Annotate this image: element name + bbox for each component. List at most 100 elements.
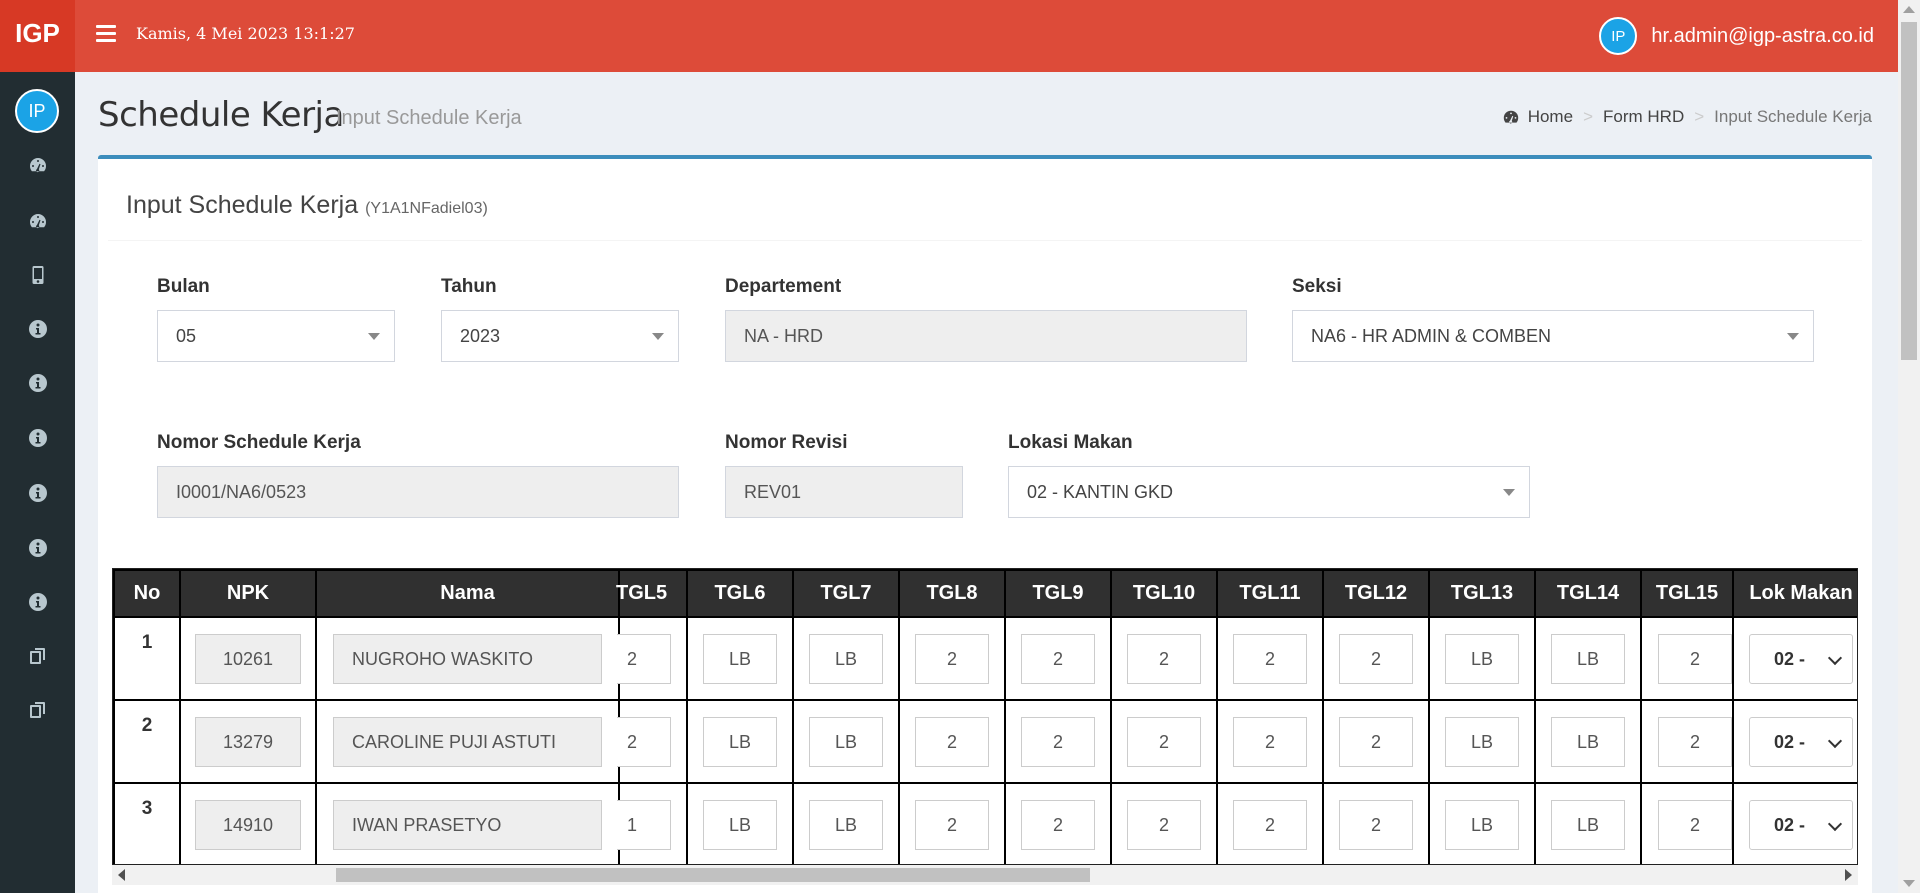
tgl-input[interactable]: 2 xyxy=(617,633,671,684)
tgl-cell: LB xyxy=(686,616,794,701)
sidebar-item[interactable] xyxy=(0,196,75,246)
npk-field: 13279 xyxy=(195,716,301,767)
tahun-label: Tahun xyxy=(441,276,497,297)
table-row: 3 14910 IWAN PRASETYO 1 LB LB 2 2 2 2 2 LB LB 2 02 - xyxy=(113,782,1857,864)
lok-makan-cell: 02 - xyxy=(1732,782,1857,864)
user-email[interactable]: hr.admin@igp-astra.co.id xyxy=(1651,25,1874,48)
scroll-down-arrow-icon[interactable] xyxy=(1903,880,1915,887)
sidebar-item[interactable] xyxy=(0,140,75,190)
tgl-cell: 2 xyxy=(898,699,1006,784)
nomor-revisi-field: REV01 xyxy=(725,466,963,518)
column-header: TGL8 xyxy=(898,569,1006,618)
dashboard-icon xyxy=(29,214,46,229)
lok-makan-select[interactable]: 02 - xyxy=(1749,633,1853,684)
tgl-input[interactable]: 2 xyxy=(617,716,671,767)
column-header: Lok Makan xyxy=(1732,569,1857,618)
sidebar-item[interactable] xyxy=(0,358,75,408)
tgl-input[interactable]: 2 xyxy=(1021,716,1095,767)
vertical-scrollbar[interactable] xyxy=(1898,0,1920,893)
sidebar-item[interactable] xyxy=(0,631,75,681)
seksi-select[interactable]: NA6 - HR ADMIN & COMBEN xyxy=(1292,310,1814,362)
top-navbar: IGP Kamis, 4 Mei 2023 13:1:27 IP hr.admi… xyxy=(0,0,1898,72)
tgl-input[interactable]: 2 xyxy=(1658,799,1732,850)
lok-makan-select[interactable]: 02 - xyxy=(1749,799,1853,850)
tgl-input[interactable]: 2 xyxy=(1021,633,1095,684)
sidebar-item[interactable] xyxy=(0,523,75,573)
tgl-input[interactable]: LB xyxy=(1445,633,1519,684)
departement-field: NA - HRD xyxy=(725,310,1247,362)
tgl-input[interactable]: LB xyxy=(703,799,777,850)
npk-cell: 13279 xyxy=(179,699,317,784)
tahun-select[interactable]: 2023 xyxy=(441,310,679,362)
tgl-input[interactable]: LB xyxy=(1551,633,1625,684)
column-header: TGL10 xyxy=(1110,569,1218,618)
tgl-input[interactable]: 2 xyxy=(1127,799,1201,850)
tgl-input[interactable]: 1 xyxy=(617,799,671,850)
tgl-cell: LB xyxy=(1428,782,1536,864)
nama-field: IWAN PRASETYO xyxy=(333,799,602,850)
tgl-input[interactable]: LB xyxy=(809,633,883,684)
tgl-input[interactable]: 2 xyxy=(1233,716,1307,767)
tgl-input[interactable]: 2 xyxy=(1233,633,1307,684)
hamburger-menu-icon[interactable] xyxy=(96,25,116,43)
tgl-input[interactable]: LB xyxy=(809,716,883,767)
tgl-input[interactable]: 2 xyxy=(915,633,989,684)
row-number-text: 2 xyxy=(141,715,153,736)
tgl-input[interactable]: 2 xyxy=(1339,633,1413,684)
row-number: 2 xyxy=(113,699,181,784)
table-row: 1 10261 NUGROHO WASKITO 2 LB LB 2 2 2 2 2 LB LB 2 02 - xyxy=(113,616,1857,701)
tgl-input[interactable]: LB xyxy=(703,633,777,684)
lok-makan-select[interactable]: 02 - xyxy=(1749,716,1853,767)
column-header: TGL6 xyxy=(686,569,794,618)
user-menu[interactable]: IP hr.admin@igp-astra.co.id xyxy=(1599,17,1874,55)
sidebar-item[interactable] xyxy=(0,413,75,463)
bulan-select[interactable]: 05 xyxy=(157,310,395,362)
scrollbar-thumb[interactable] xyxy=(336,868,1090,882)
breadcrumb-home[interactable]: Home xyxy=(1528,107,1573,127)
breadcrumb-form-hrd[interactable]: Form HRD xyxy=(1603,107,1684,127)
tgl-input[interactable]: LB xyxy=(703,716,777,767)
app-logo[interactable]: IGP xyxy=(0,0,75,72)
scroll-left-arrow-icon[interactable] xyxy=(118,869,125,881)
horizontal-scrollbar[interactable] xyxy=(112,865,1858,885)
tgl-cell: 2 xyxy=(1640,616,1734,701)
tgl-input[interactable]: 2 xyxy=(1339,799,1413,850)
seksi-label: Seksi xyxy=(1292,276,1342,297)
bulan-label: Bulan xyxy=(157,276,210,297)
nama-cell: NUGROHO WASKITO xyxy=(315,616,620,701)
tgl-input[interactable]: 2 xyxy=(1658,716,1732,767)
tgl-input[interactable]: LB xyxy=(1551,799,1625,850)
tgl-input[interactable]: 2 xyxy=(915,716,989,767)
sidebar-item[interactable] xyxy=(0,577,75,627)
sidebar-item[interactable] xyxy=(0,250,75,300)
npk-field: 10261 xyxy=(195,633,301,684)
tgl-input[interactable]: 2 xyxy=(1233,799,1307,850)
tgl-cell: LB xyxy=(1428,616,1536,701)
tgl-input[interactable]: LB xyxy=(1445,799,1519,850)
schedule-table-wrapper[interactable]: No NPK Nama TGL5 TGL6 TGL7 TGL8 TGL9 TGL10 TGL11 T… xyxy=(112,568,1858,865)
lok-makan-value: 02 - xyxy=(1774,814,1806,835)
tgl-cell: LB xyxy=(1534,616,1642,701)
tgl-input[interactable]: 2 xyxy=(1127,716,1201,767)
scrollbar-thumb[interactable] xyxy=(1901,22,1917,360)
nomor-schedule-label: Nomor Schedule Kerja xyxy=(157,432,361,453)
sidebar-item[interactable] xyxy=(0,685,75,735)
scroll-up-arrow-icon[interactable] xyxy=(1903,6,1915,13)
tgl-input[interactable]: 2 xyxy=(1127,633,1201,684)
tgl-input[interactable]: 2 xyxy=(1339,716,1413,767)
sidebar-item[interactable] xyxy=(0,304,75,354)
breadcrumb: Home > Form HRD > Input Schedule Kerja xyxy=(1502,107,1872,127)
sidebar-item[interactable] xyxy=(0,468,75,518)
tgl-input[interactable]: 2 xyxy=(1658,633,1732,684)
tgl-input[interactable]: LB xyxy=(1551,716,1625,767)
tgl-input[interactable]: 2 xyxy=(1021,799,1095,850)
lokasi-makan-select[interactable]: 02 - KANTIN GKD xyxy=(1008,466,1530,518)
npk-cell: 10261 xyxy=(179,616,317,701)
scroll-right-arrow-icon[interactable] xyxy=(1845,869,1852,881)
row-number-text: 1 xyxy=(141,632,153,653)
tgl-input[interactable]: LB xyxy=(1445,716,1519,767)
box-title-text: Input Schedule Kerja xyxy=(126,191,359,219)
tgl-input[interactable]: 2 xyxy=(915,799,989,850)
tgl-input[interactable]: LB xyxy=(809,799,883,850)
user-avatar[interactable]: IP xyxy=(1599,17,1638,55)
